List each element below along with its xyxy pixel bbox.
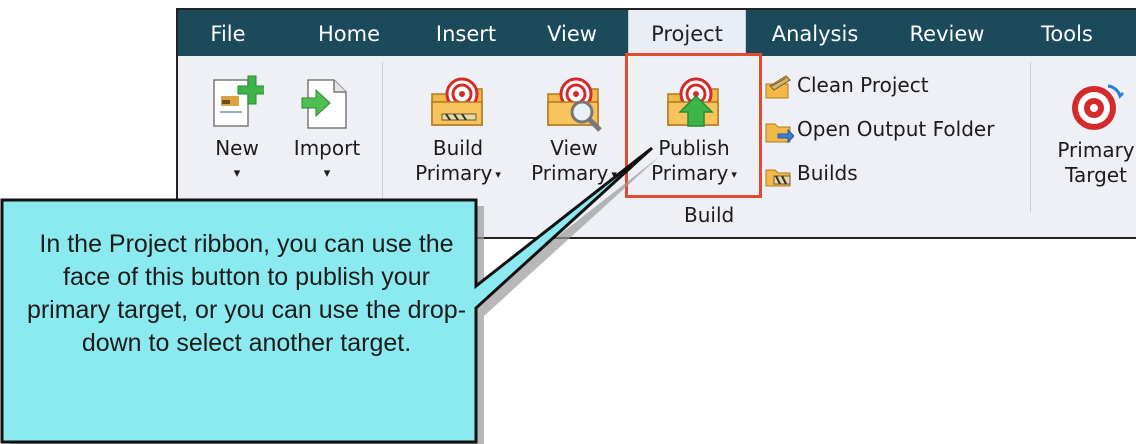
callout-text: In the Project ribbon, you can use the f… xyxy=(26,230,467,357)
callout-bubble xyxy=(0,146,660,444)
